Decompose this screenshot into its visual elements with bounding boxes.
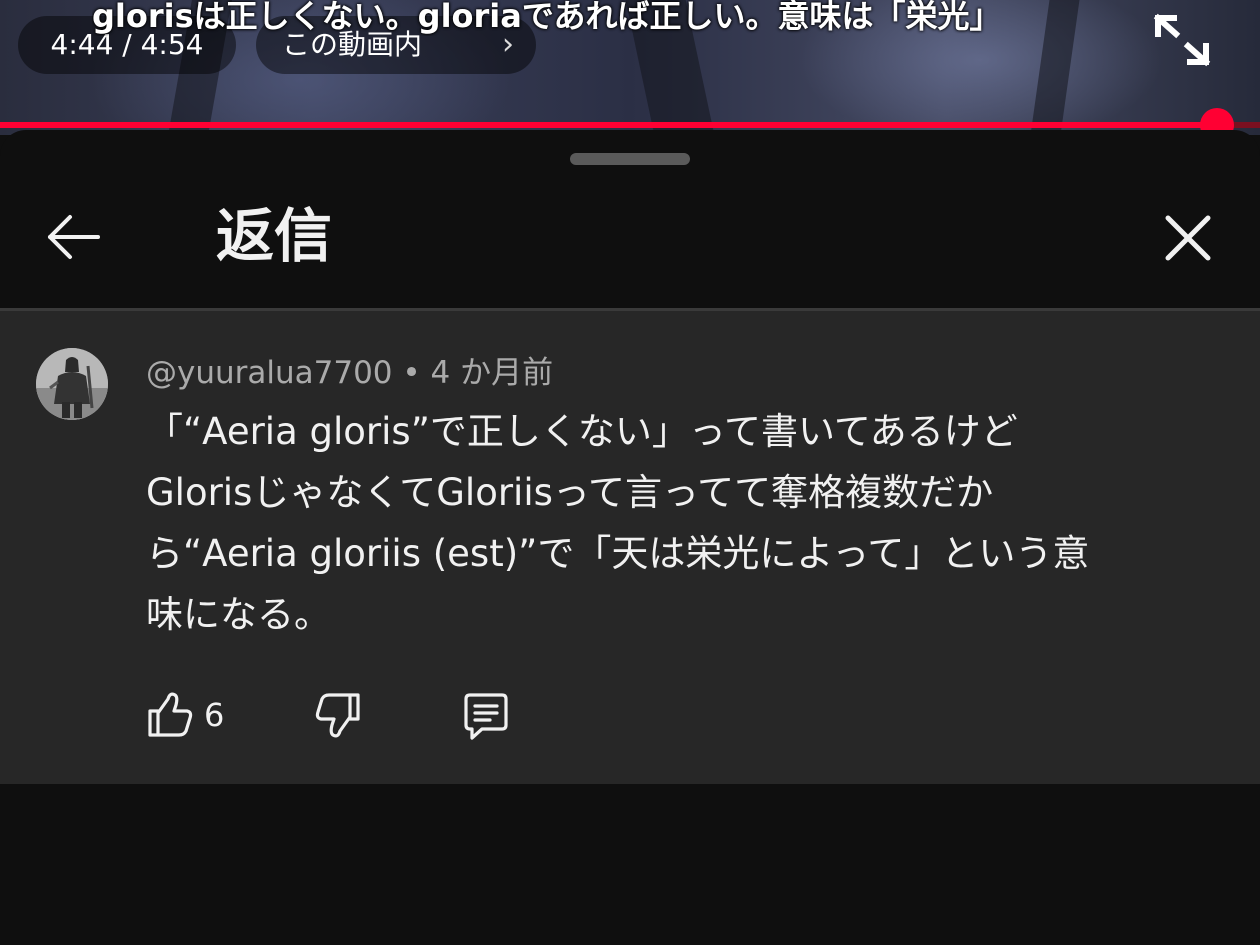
- thumbs-down-icon[interactable]: [314, 691, 362, 741]
- thumbs-up-icon[interactable]: [146, 689, 194, 739]
- knight-avatar-image: [36, 348, 108, 420]
- video-subtitle: glorisは正しくない。gloriaであれば正しい。意味は「栄光」: [92, 0, 1002, 35]
- meta-separator: •: [392, 355, 431, 391]
- comment-author[interactable]: @yuuralua7700: [146, 355, 393, 391]
- replies-sheet: 返信 @yuuralua7700 • 4 か月前 「“Aeria gloris”…: [0, 130, 1260, 945]
- like-count: 6: [204, 696, 225, 734]
- sheet-title: 返信: [216, 202, 333, 270]
- comment-actions: 6: [146, 689, 646, 749]
- reply-comment-icon[interactable]: [460, 691, 512, 743]
- comment-text: 「“Aeria gloris”で正しくない」って書いてあるけど Glorisじゃ…: [146, 410, 1090, 636]
- back-arrow-icon[interactable]: [40, 205, 104, 269]
- close-icon[interactable]: [1158, 208, 1218, 268]
- comment-card: @yuuralua7700 • 4 か月前 「“Aeria gloris”で正し…: [0, 311, 1260, 784]
- fullscreen-exit-icon[interactable]: [1150, 10, 1214, 70]
- video-player[interactable]: 4:44 / 4:54 この動画内 › glorisは正しくない。gloriaで…: [0, 0, 1260, 135]
- drag-handle[interactable]: [570, 153, 690, 165]
- progress-fill: [0, 122, 1217, 128]
- avatar[interactable]: [36, 348, 108, 420]
- comment-meta: @yuuralua7700 • 4 か月前: [146, 353, 553, 393]
- comment-age: 4 か月前: [430, 355, 554, 391]
